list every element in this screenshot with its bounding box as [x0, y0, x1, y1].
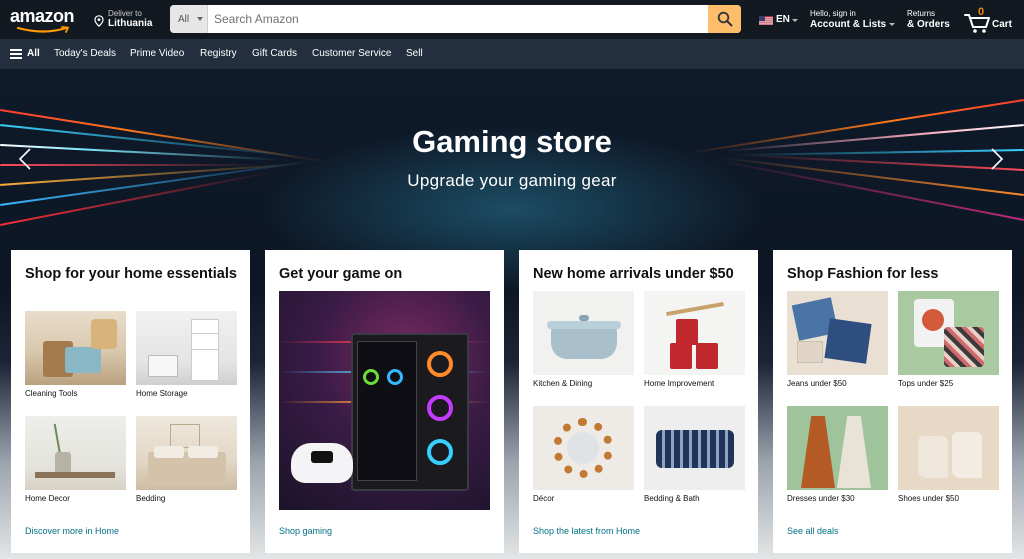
tile-bedding[interactable]: Bedding: [136, 416, 237, 503]
nav-link-registry[interactable]: Registry: [200, 48, 237, 59]
chevron-down-icon: [889, 22, 896, 26]
card-home-arrivals: New home arrivals under $50 Kitchen & Di…: [519, 250, 758, 553]
nav-link-gift-cards[interactable]: Gift Cards: [252, 48, 297, 59]
tile-tops[interactable]: Tops under $25: [898, 291, 999, 388]
cart-button[interactable]: 0 Cart: [964, 6, 1020, 34]
search-category-dropdown[interactable]: All: [170, 5, 208, 33]
card-gaming: Get your game on Shop gaming: [265, 250, 504, 553]
tile-home-decor[interactable]: Home Decor: [25, 416, 126, 503]
card-title: New home arrivals under $50: [533, 266, 734, 282]
amazon-logo[interactable]: amazon: [10, 6, 82, 34]
account-lists[interactable]: Hello, sign in Account & Lists: [810, 9, 900, 33]
bedding-bath-image: [644, 406, 745, 490]
home-improvement-image: [644, 291, 745, 375]
nav-link-sell[interactable]: Sell: [406, 48, 423, 59]
card-fashion: Shop Fashion for less Jeans under $50 To…: [773, 250, 1012, 553]
gaming-pc-image[interactable]: [279, 291, 490, 510]
deliver-country: Lithuania: [108, 18, 153, 29]
shoes-image: [898, 406, 999, 490]
shop-gaming-link[interactable]: Shop gaming: [279, 526, 332, 536]
shop-latest-home-link[interactable]: Shop the latest from Home: [533, 526, 640, 536]
cart-icon: [964, 14, 990, 33]
tile-shoes[interactable]: Shoes under $50: [898, 406, 999, 503]
tile-kitchen-dining[interactable]: Kitchen & Dining: [533, 291, 634, 388]
smile-arrow-icon: [16, 26, 70, 33]
tile-home-improvement[interactable]: Home Improvement: [644, 291, 745, 388]
hamburger-icon: [10, 49, 22, 59]
location-pin-icon: [94, 15, 104, 27]
nav-link-prime-video[interactable]: Prime Video: [130, 48, 184, 59]
us-flag-icon: [759, 16, 773, 25]
decor-mirror-image: [533, 406, 634, 490]
see-all-deals-link[interactable]: See all deals: [787, 526, 839, 536]
nav-link-customer-service[interactable]: Customer Service: [312, 48, 391, 59]
deliver-label: Deliver to: [108, 9, 142, 18]
home-decor-image: [25, 416, 126, 490]
chevron-right-icon[interactable]: [990, 147, 1004, 171]
top-nav: amazon Deliver to Lithuania All Search A…: [0, 0, 1024, 39]
tile-cleaning-tools[interactable]: Cleaning Tools: [25, 311, 126, 398]
card-title: Get your game on: [279, 266, 403, 282]
tile-dresses[interactable]: Dresses under $30: [787, 406, 888, 503]
search-icon: [717, 11, 732, 27]
tile-home-storage[interactable]: Home Storage: [136, 311, 237, 398]
tile-bedding-bath[interactable]: Bedding & Bath: [644, 406, 745, 503]
chevron-left-icon[interactable]: [18, 147, 32, 171]
light-streak: [0, 164, 260, 166]
bedding-image: [136, 416, 237, 490]
jeans-image: [787, 291, 888, 375]
nav-link-todays-deals[interactable]: Today's Deals: [54, 48, 116, 59]
search-bar: All: [170, 5, 741, 33]
deliver-to[interactable]: Deliver to Lithuania: [94, 9, 164, 31]
dresses-image: [787, 406, 888, 490]
sub-nav: All Today's Deals Prime Video Registry G…: [0, 39, 1024, 69]
search-button[interactable]: [708, 5, 741, 33]
tile-decor[interactable]: Décor: [533, 406, 634, 503]
card-title: Shop for your home essentials: [25, 266, 237, 282]
card-title: Shop Fashion for less: [787, 266, 939, 282]
cleaning-tools-image: [25, 311, 126, 385]
discover-more-home-link[interactable]: Discover more in Home: [25, 526, 119, 536]
hero-subtitle: Upgrade your gaming gear: [407, 171, 617, 190]
card-home-essentials: Shop for your home essentials Cleaning T…: [11, 250, 250, 553]
tile-jeans[interactable]: Jeans under $50: [787, 291, 888, 388]
kitchen-dining-image: [533, 291, 634, 375]
tops-image: [898, 291, 999, 375]
search-input[interactable]: [208, 5, 706, 33]
chevron-down-icon: [197, 17, 203, 21]
home-storage-image: [136, 311, 237, 385]
returns-orders[interactable]: Returns & Orders: [907, 9, 957, 33]
hero-title: Gaming store: [412, 124, 612, 159]
chevron-down-icon: [792, 19, 798, 22]
